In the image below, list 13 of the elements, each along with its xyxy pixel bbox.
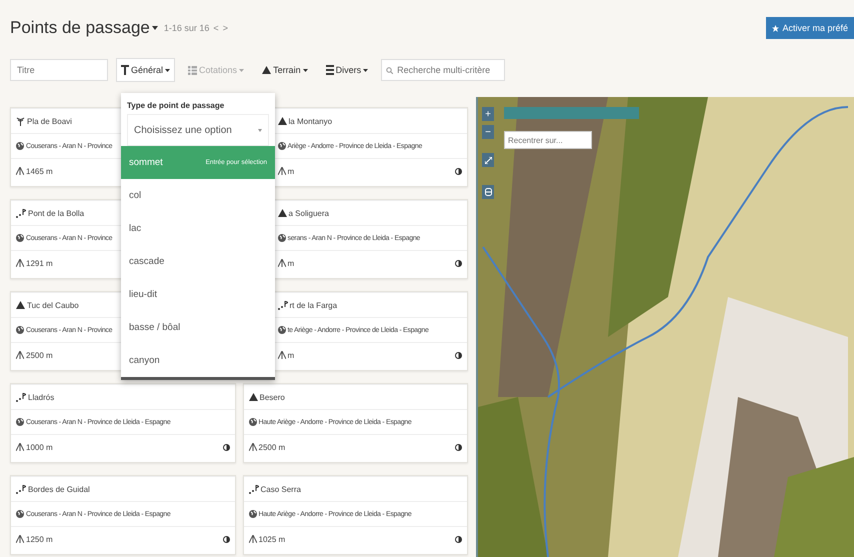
altitude-text: 2500 m <box>26 350 53 360</box>
altitude-text: m <box>288 350 294 360</box>
altitude-text: 1465 m <box>26 166 53 176</box>
pager-text: 1-16 sur 16 <box>164 23 210 33</box>
altitude-text: 1291 m <box>26 258 53 268</box>
altitude-text: 1250 m <box>26 534 53 544</box>
altitude-text: 2500 m <box>258 442 286 452</box>
altitude-text: m <box>288 258 294 268</box>
altitude-text: 1000 m <box>26 442 53 452</box>
dropdown-label: Type de point de passage <box>126 100 226 112</box>
page-title: Points de passage <box>10 18 150 38</box>
altitude-text: m <box>288 166 294 176</box>
altitude-text: 1025 m <box>258 534 286 544</box>
